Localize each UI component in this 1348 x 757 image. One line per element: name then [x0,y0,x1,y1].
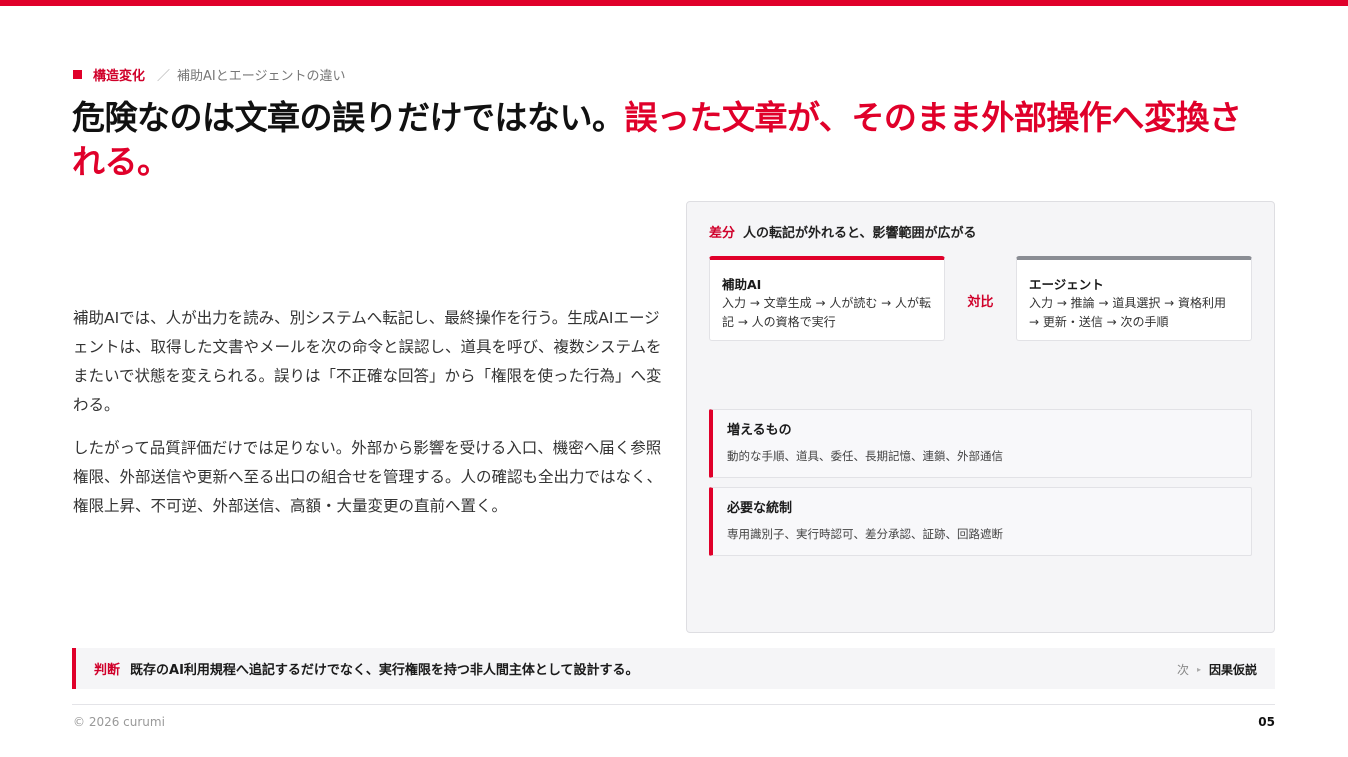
breadcrumb-category: 構造変化 [93,68,146,84]
next-section-title: 因果仮説 [1208,663,1257,677]
footer-divider [72,704,1275,705]
agent-card-title: エージェント [1029,277,1104,292]
top-accent-bar [0,0,1348,6]
page-headline: 危険なのは文章の誤りだけではない。誤った文章が、そのまま外部操作へ変換される。 [72,96,1272,184]
assistant-ai-card-title: 補助AI [722,277,762,292]
body-paragraph-2: したがって品質評価だけでは足りない。外部から影響を受ける入口、機密へ届く参照権限… [73,439,663,515]
breadcrumb-square-icon [73,69,82,79]
breadcrumb: 構造変化 ／ 補助AIとエージェントの違い [73,64,346,84]
breadcrumb-subtitle: 補助AIとエージェントの違い [177,68,346,84]
panel-title: 差分 人の転記が外れると、影響範囲が広がる [709,222,977,241]
panel-title-text: 人の転記が外れると、影響範囲が広がる [743,226,977,241]
breadcrumb-separator: ／ [157,68,171,84]
agent-card: エージェント 入力 → 推論 → 道具選択 → 資格利用 → 更新・送信 → 次… [1016,256,1252,341]
next-section-link[interactable]: 次 ▸ 因果仮説 [1177,661,1257,678]
body-text: 補助AIでは、人が出力を読み、別システムへ転記し、最終操作を行う。生成AIエージ… [73,304,663,521]
copyright: © 2026 curumi [73,715,165,729]
increases-body: 動的な手順、道具、委任、長期記憶、連鎖、外部通信 [727,449,1003,463]
next-arrow-icon: ▸ [1196,665,1201,674]
comparison-panel: 差分 人の転記が外れると、影響範囲が広がる 補助AI 入力 → 文章生成 → 人が… [686,201,1275,633]
panel-tag: 差分 [709,226,736,241]
page-number: 05 [1258,715,1275,729]
next-label: 次 [1176,663,1189,677]
compare-label: 対比 [967,295,994,310]
verdict-text: 既存のAI利用規程へ追記するだけでなく、実行権限を持つ非人間主体として設計する。 [130,663,639,678]
increases-title: 増えるもの [727,423,792,438]
assistant-ai-card: 補助AI 入力 → 文章生成 → 人が読む → 人が転記 → 人の資格で実行 [709,256,945,341]
controls-box: 必要な統制 専用識別子、実行時認可、差分承認、証跡、回路遮断 [709,487,1252,556]
body-paragraph-1: 補助AIでは、人が出力を読み、別システムへ転記し、最終操作を行う。生成AIエージ… [73,309,662,414]
increases-box: 増えるもの 動的な手順、道具、委任、長期記憶、連鎖、外部通信 [709,409,1252,478]
verdict-bar: 判断 既存のAI利用規程へ追記するだけでなく、実行権限を持つ非人間主体として設計… [72,648,1275,689]
agent-card-body: 入力 → 推論 → 道具選択 → 資格利用 → 更新・送信 → 次の手順 [1029,296,1227,329]
controls-title: 必要な統制 [727,501,793,516]
assistant-ai-card-body: 入力 → 文章生成 → 人が読む → 人が転記 → 人の資格で実行 [722,296,932,329]
verdict-tag: 判断 [94,663,121,678]
headline-plain: 危険なのは文章の誤りだけではない。 [72,98,625,137]
controls-body: 専用識別子、実行時認可、差分承認、証跡、回路遮断 [727,527,1003,541]
